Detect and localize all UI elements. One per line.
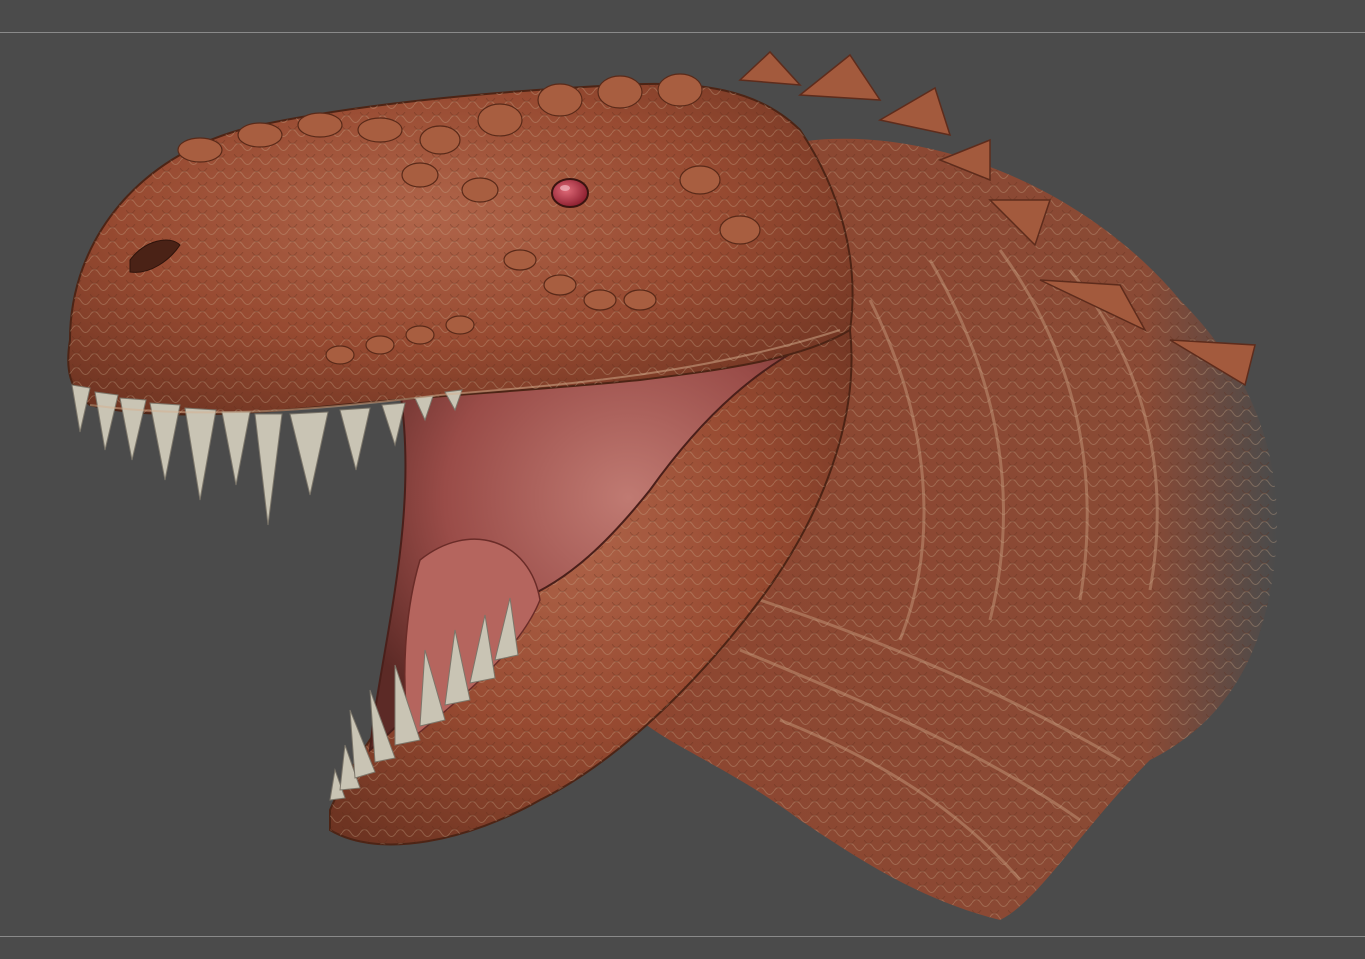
eye	[551, 178, 589, 208]
dinosaur-head-render	[67, 50, 1278, 920]
viewport	[0, 0, 1365, 959]
